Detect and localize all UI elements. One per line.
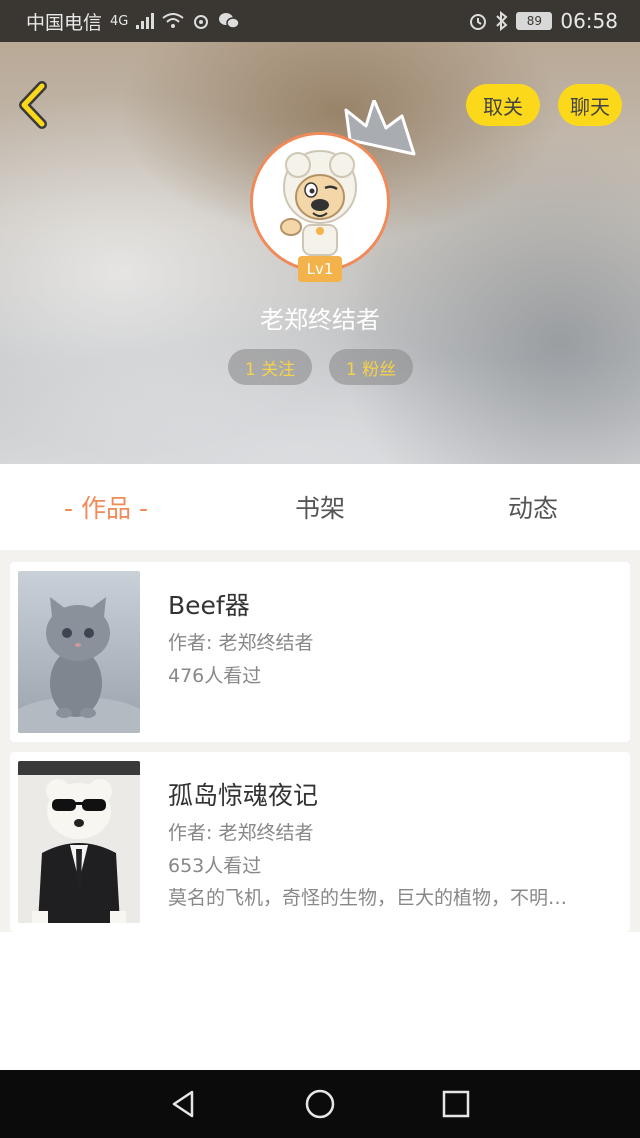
carrier-label: 中国电信	[26, 11, 103, 34]
following-count-button[interactable]: 1 关注	[228, 349, 312, 385]
work-description: 莫名的飞机，奇怪的生物，巨大的植物，不明…	[168, 887, 568, 909]
profile-header: 取关 聊天 Lv1 老郑终结者 1 关注 1 粉丝	[0, 42, 640, 464]
username: 老郑终结者	[260, 306, 380, 334]
triangle-back-icon[interactable]	[166, 1086, 202, 1122]
list-item[interactable]: 孤岛惊魂夜记 作者: 老郑终结者 653人看过 莫名的飞机，奇怪的生物，巨大的植…	[10, 752, 630, 932]
battery-icon: 89	[516, 12, 553, 30]
profile-tabs: - 作品 - 书架 动态	[0, 464, 640, 550]
gray-kitten-photo	[18, 571, 140, 733]
tab-bookshelf[interactable]: 书架	[220, 464, 420, 550]
bluetooth-icon	[496, 11, 508, 31]
status-right: 89 06:58	[468, 9, 618, 33]
level-badge: Lv1	[298, 256, 342, 282]
tab-activity[interactable]: 动态	[433, 464, 633, 550]
bear-in-suit-photo	[18, 761, 140, 923]
work-author: 作者: 老郑终结者	[168, 632, 314, 654]
chat-button[interactable]: 聊天	[558, 84, 622, 126]
status-left: 中国电信 4G	[26, 8, 241, 35]
work-author: 作者: 老郑终结者	[168, 822, 314, 844]
unfollow-button[interactable]: 取关	[466, 84, 540, 126]
circle-home-icon[interactable]	[302, 1086, 338, 1122]
wifi-icon	[162, 13, 184, 28]
list-item[interactable]: Beef器 作者: 老郑终结者 476人看过	[10, 562, 630, 742]
clock: 06:58	[560, 9, 618, 33]
work-title: Beef器	[168, 591, 250, 620]
signal-icon	[136, 13, 155, 29]
weibo-icon	[194, 15, 209, 29]
square-recent-icon[interactable]	[438, 1086, 474, 1122]
sheep-cartoon-avatar	[253, 135, 387, 269]
avatar[interactable]	[250, 132, 390, 272]
tab-works[interactable]: - 作品 -	[6, 464, 206, 550]
book-cover	[18, 571, 140, 733]
navigation-bar	[0, 1070, 640, 1138]
fans-count-button[interactable]: 1 粉丝	[329, 349, 413, 385]
alarm-icon	[470, 14, 487, 30]
network-label: 4G	[110, 13, 129, 29]
status-bar: 中国电信 4G 89 06:58	[0, 0, 640, 42]
chevron-left-icon	[19, 81, 47, 129]
book-cover	[18, 761, 140, 923]
work-title: 孤岛惊魂夜记	[168, 781, 319, 810]
back-button[interactable]	[14, 80, 54, 130]
work-views: 653人看过	[168, 855, 262, 877]
wechat-icon	[219, 13, 241, 29]
work-views: 476人看过	[168, 665, 262, 687]
